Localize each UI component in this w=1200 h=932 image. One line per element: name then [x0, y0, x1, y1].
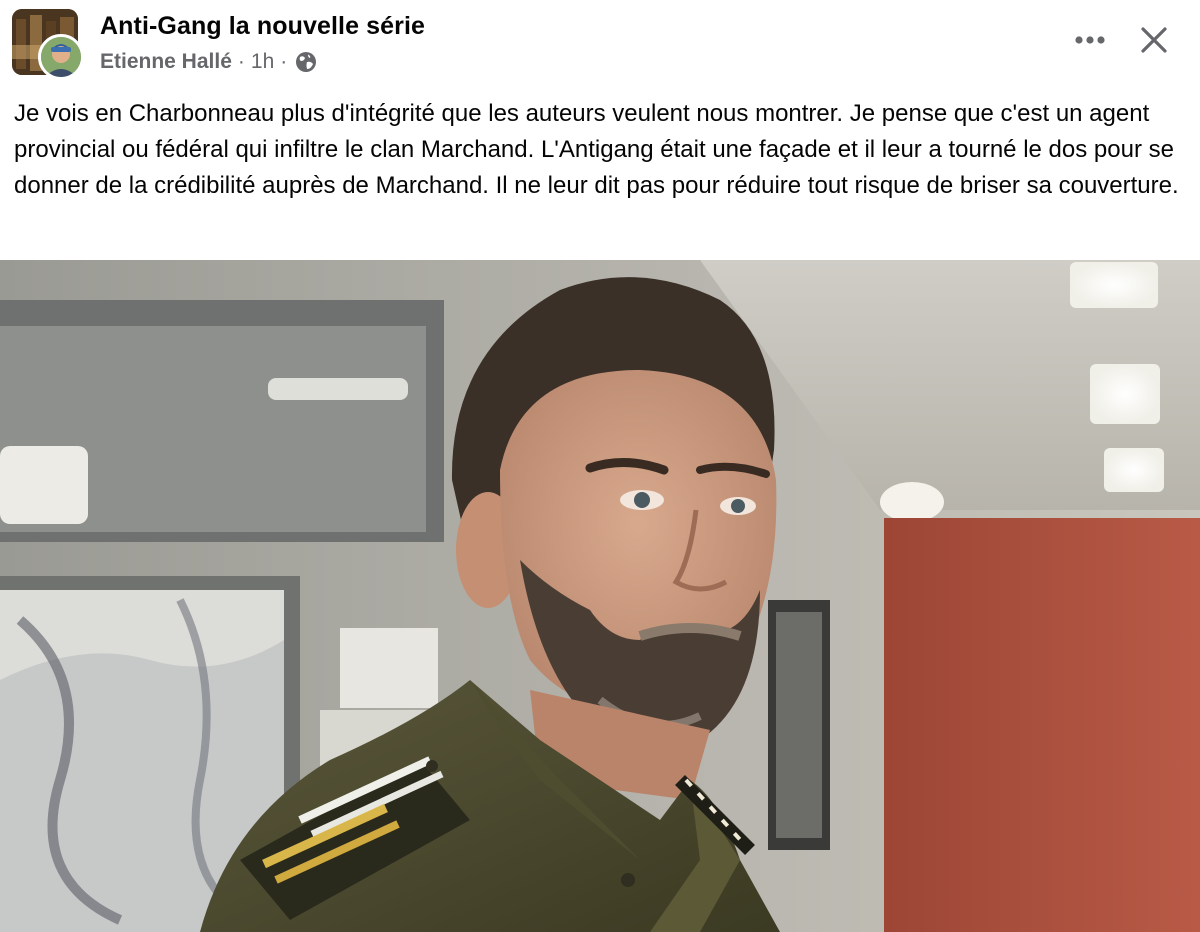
- post-meta: Etienne Hallé · 1h ·: [100, 50, 317, 74]
- post-header: Anti-Gang la nouvelle série Etienne Hall…: [0, 0, 1200, 90]
- meta-separator: ·: [237, 50, 245, 73]
- facebook-post: Anti-Gang la nouvelle série Etienne Hall…: [0, 0, 1200, 932]
- group-name[interactable]: Anti-Gang la nouvelle série: [100, 12, 425, 41]
- globe-icon: [295, 51, 317, 73]
- close-button[interactable]: [1132, 20, 1176, 64]
- more-horizontal-icon: [1074, 32, 1106, 50]
- close-icon: [1140, 26, 1168, 59]
- author-name[interactable]: Etienne Hallé: [100, 50, 232, 74]
- post-text: Je vois en Charbonneau plus d'intégrité …: [14, 100, 1179, 199]
- post-photo[interactable]: [0, 260, 1200, 932]
- post-time[interactable]: 1h: [251, 50, 274, 74]
- author-avatar[interactable]: [38, 34, 84, 80]
- meta-separator: ·: [280, 50, 288, 73]
- more-options-button[interactable]: [1068, 24, 1112, 58]
